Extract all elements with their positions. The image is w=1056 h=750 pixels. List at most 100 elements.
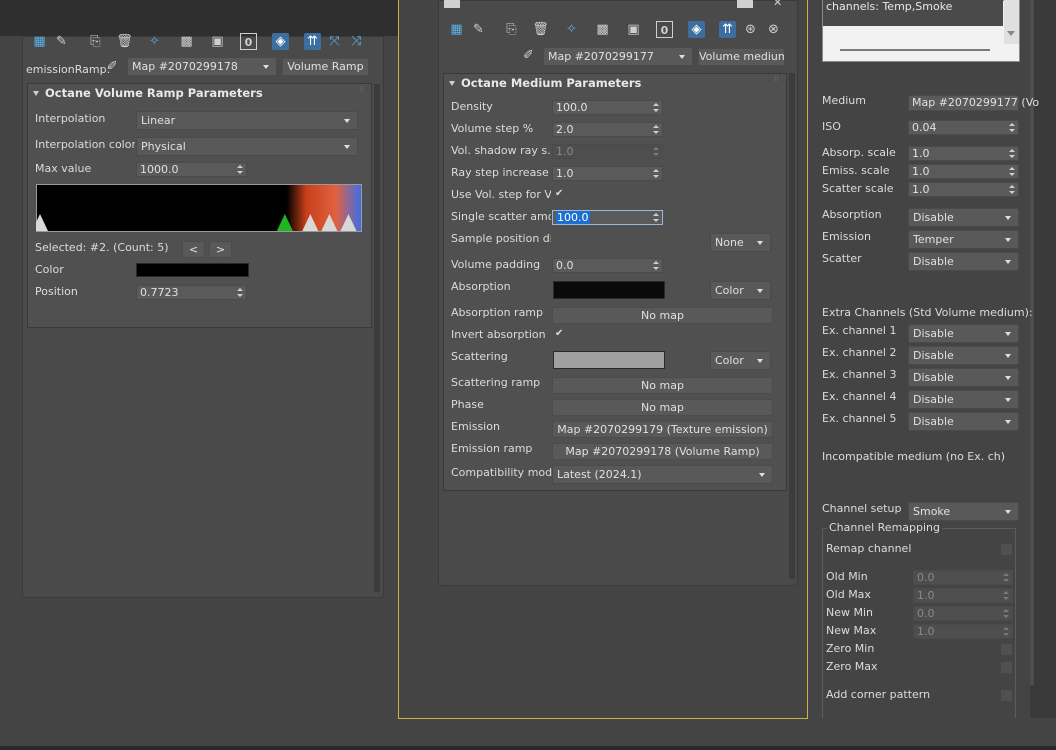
medium-params-rollout-title[interactable]: Octane Medium Parameters	[443, 74, 641, 92]
spinner-arrows-icon[interactable]	[1002, 625, 1009, 638]
interpolation-select[interactable]: Linear	[136, 111, 358, 130]
volume-ramp-type-button[interactable]: Volume Ramp	[282, 58, 369, 76]
spinner-arrows-icon[interactable]	[652, 259, 659, 272]
ray-step-spinner[interactable]: 1.0	[552, 166, 663, 181]
pin-icon[interactable]: ⇈	[719, 21, 736, 38]
volume-medium-type-button[interactable]: Volume medium	[698, 48, 785, 66]
sparkle-icon[interactable]: ✧	[563, 21, 580, 38]
brush-icon[interactable]: ✎	[53, 33, 70, 50]
rollout-grip-icon[interactable]	[359, 85, 365, 94]
absorption-color-swatch[interactable]	[553, 281, 665, 299]
volume-ramp-rollout-title[interactable]: Octane Volume Ramp Parameters	[27, 84, 263, 102]
cube-active-icon[interactable]: ◈	[272, 33, 289, 50]
emiss-scale-spinner[interactable]: 1.0	[908, 164, 1019, 179]
checker-icon[interactable]: ▦	[31, 33, 48, 50]
zero-icon[interactable]: 0	[240, 33, 257, 50]
spinner-arrows-icon[interactable]	[1002, 607, 1009, 620]
cube-active-icon[interactable]: ◈	[688, 21, 705, 38]
copy-icon[interactable]: ⎘	[503, 21, 520, 38]
scatter-scale-spinner[interactable]: 1.0	[908, 182, 1019, 197]
channels-list-hscroll[interactable]	[840, 49, 990, 51]
zero-min-checkbox[interactable]	[1001, 644, 1012, 655]
single-scatter-spinner[interactable]: 100.0	[552, 210, 663, 225]
medium-field[interactable]: Map #2070299177 (Vo	[908, 95, 1039, 111]
emission-map-button[interactable]: Map #2070299179 (Texture emission)	[552, 421, 773, 438]
ex-channel-3-select[interactable]: Disable	[908, 368, 1019, 387]
volume-step-spinner[interactable]: 2.0	[552, 122, 663, 137]
vol-shadow-spinner[interactable]: 1.0	[552, 144, 663, 159]
mid-close-icon[interactable]: ✕	[773, 0, 782, 9]
spinner-arrows-icon[interactable]	[1008, 165, 1015, 178]
eyedropper-icon[interactable]: ✐	[104, 58, 121, 75]
scattering-mode-select[interactable]: Color	[710, 351, 771, 370]
absorption-channel-select[interactable]: Disable	[908, 208, 1019, 227]
interpolation-color-select[interactable]: Physical	[136, 137, 358, 156]
volume-padding-spinner[interactable]: 0.0	[552, 258, 663, 273]
scattering-ramp-button[interactable]: No map	[552, 377, 773, 394]
ex-channel-5-select[interactable]: Disable	[908, 412, 1019, 431]
old-min-spinner[interactable]: 0.0	[913, 570, 1013, 585]
tools-icon[interactable]: ⤧	[326, 33, 343, 50]
channel-setup-select[interactable]: Smoke	[908, 502, 1019, 521]
zoom2-icon[interactable]: ⊗	[765, 21, 782, 38]
mid-map-select[interactable]: Map #2070299177	[543, 47, 693, 66]
channels-list-scrollbar[interactable]	[1004, 0, 1019, 44]
ex-channel-4-select[interactable]: Disable	[908, 390, 1019, 409]
zero-max-checkbox[interactable]	[1001, 662, 1012, 673]
old-max-spinner[interactable]: 1.0	[913, 588, 1013, 603]
spinner-arrows-icon[interactable]	[236, 286, 243, 299]
zero-icon[interactable]: 0	[656, 21, 673, 38]
prev-marker-button[interactable]: <	[182, 241, 205, 258]
max-value-spinner[interactable]: 1000.0	[136, 162, 247, 177]
spinner-arrows-icon[interactable]	[652, 167, 659, 180]
marker-color-swatch[interactable]	[136, 263, 249, 277]
spinner-arrows-icon[interactable]	[1008, 147, 1015, 160]
brush-icon[interactable]: ✎	[470, 21, 487, 38]
spinner-arrows-icon[interactable]	[652, 123, 659, 136]
use-vol-step-checkbox[interactable]	[554, 188, 565, 201]
spinner-arrows-icon[interactable]	[1008, 121, 1015, 134]
cube-icon[interactable]: ▣	[209, 33, 226, 50]
add-corner-pattern-checkbox[interactable]	[1001, 690, 1012, 701]
position-spinner[interactable]: 0.7723	[136, 285, 247, 300]
emission-ramp-button[interactable]: Map #2070299178 (Volume Ramp)	[552, 443, 773, 460]
rollout-grip-icon[interactable]	[774, 75, 780, 84]
spinner-arrows-icon[interactable]	[652, 101, 659, 114]
remap-channel-checkbox[interactable]	[1001, 544, 1012, 555]
spinner-arrows-icon[interactable]	[1002, 589, 1009, 602]
compatibility-mode-select[interactable]: Latest (2024.1)	[552, 465, 773, 484]
trash-icon[interactable]: 🗑	[116, 33, 133, 50]
checker-icon[interactable]: ▩	[178, 33, 195, 50]
absorp-scale-spinner[interactable]: 1.0	[908, 146, 1019, 161]
ex-channel-2-select[interactable]: Disable	[908, 346, 1019, 365]
spinner-arrows-icon[interactable]	[652, 211, 659, 224]
mid-scroll-left-icon[interactable]	[444, 0, 460, 8]
zoom-icon[interactable]: ⊛	[742, 21, 759, 38]
new-max-spinner[interactable]: 1.0	[913, 624, 1013, 639]
density-spinner[interactable]: 100.0	[552, 100, 663, 115]
scattering-color-swatch[interactable]	[553, 351, 665, 369]
volume-ramp-gradient[interactable]	[36, 184, 362, 232]
magnet-icon[interactable]: ⤨	[348, 33, 365, 50]
scroll-down-icon[interactable]	[1007, 31, 1015, 36]
absorption-ramp-button[interactable]: No map	[552, 307, 773, 324]
trash-icon[interactable]: 🗑	[532, 21, 549, 38]
sample-position-select[interactable]: None	[710, 233, 771, 252]
paste-icon[interactable]: ⎘	[87, 33, 104, 50]
scatter-channel-select[interactable]: Disable	[908, 252, 1019, 271]
new-min-spinner[interactable]: 0.0	[913, 606, 1013, 621]
mid-scroll-right-icon[interactable]	[737, 0, 753, 8]
mid-window-scrollbar[interactable]	[789, 73, 795, 579]
spinner-arrows-icon[interactable]	[1008, 183, 1015, 196]
sparkle-icon[interactable]: ✧	[146, 33, 163, 50]
spinner-arrows-icon[interactable]	[236, 163, 243, 176]
next-marker-button[interactable]: >	[209, 241, 232, 258]
invert-absorption-checkbox[interactable]	[554, 328, 565, 341]
spinner-arrows-icon[interactable]	[1002, 571, 1009, 584]
left-window-scrollbar[interactable]	[374, 84, 380, 592]
map-select[interactable]: Map #2070299178	[127, 57, 277, 76]
iso-spinner[interactable]: 0.04	[908, 120, 1019, 135]
eyedropper-icon[interactable]: ✐	[520, 47, 537, 64]
ex-channel-1-select[interactable]: Disable	[908, 324, 1019, 343]
checker-icon[interactable]: ▦	[448, 21, 465, 38]
